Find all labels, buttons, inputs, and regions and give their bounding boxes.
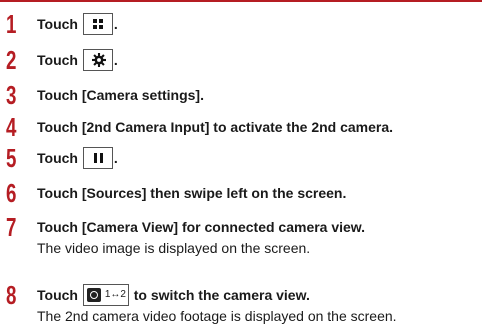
- gear-icon: [82, 49, 113, 72]
- step-number: 3: [6, 80, 17, 110]
- camera-switch-icon: 1↔2: [82, 284, 129, 307]
- step-number: 6: [6, 178, 17, 208]
- step-6: 6 Touch [Sources] then swipe left on the…: [0, 178, 482, 210]
- step-number: 2: [6, 45, 17, 75]
- step-number: 7: [6, 212, 17, 242]
- step-text: Touch .: [37, 9, 118, 39]
- step-text: Touch [Camera settings].: [37, 87, 204, 103]
- menu-grid-icon: [82, 13, 113, 36]
- step-text: Touch .: [37, 45, 118, 75]
- step-number: 5: [6, 143, 17, 173]
- step-text: Touch .: [37, 143, 118, 173]
- step-8: 8 Touch 1↔2 to switch the camera view. T…: [0, 280, 482, 328]
- step-text: Touch [Sources] then swipe left on the s…: [37, 185, 347, 201]
- step-5: 5 Touch .: [0, 143, 482, 175]
- step-1: 1 Touch .: [0, 9, 482, 41]
- step-3: 3 Touch [Camera settings].: [0, 80, 482, 112]
- step-4: 4 Touch [2nd Camera Input] to activate t…: [0, 112, 482, 144]
- step-number: 4: [6, 112, 17, 142]
- step-number: 1: [6, 9, 17, 39]
- step-text: Touch 1↔2 to switch the camera view.: [37, 280, 310, 310]
- step-7: 7 Touch [Camera View] for connected came…: [0, 212, 482, 260]
- step-text: Touch [Camera View] for connected camera…: [37, 219, 366, 235]
- step-2: 2 Touch .: [0, 45, 482, 77]
- step-result: The 2nd camera video footage is displaye…: [37, 308, 397, 324]
- pause-icon: [82, 147, 113, 170]
- step-number: 8: [6, 280, 17, 310]
- step-result: The video image is displayed on the scre…: [37, 240, 311, 256]
- step-text: Touch [2nd Camera Input] to activate the…: [37, 119, 394, 135]
- top-rule: [0, 0, 482, 2]
